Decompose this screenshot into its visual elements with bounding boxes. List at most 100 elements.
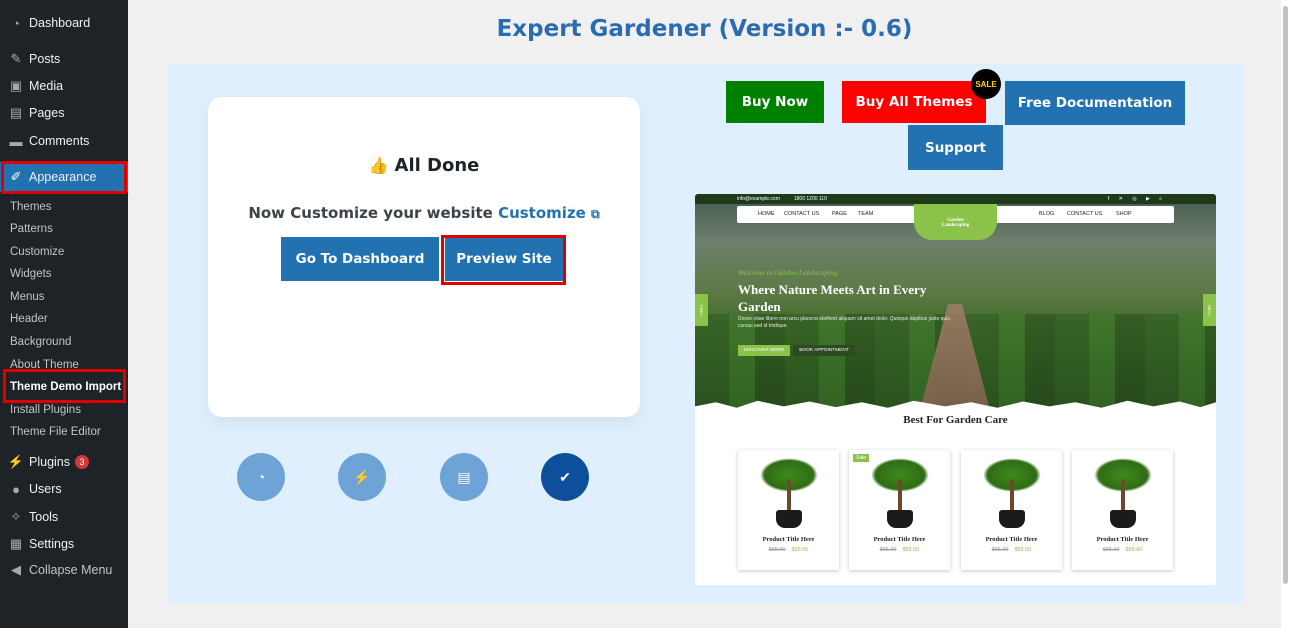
menu-users[interactable]: ● Users	[0, 478, 128, 500]
product-name: Product Title Here	[873, 536, 926, 543]
plant-pot	[776, 510, 802, 528]
menu-users-label: Users	[29, 482, 62, 496]
menu-dashboard-label: Dashboard	[29, 16, 91, 30]
menu-plugins-label: Plugins	[29, 455, 70, 469]
submenu-menus[interactable]: Menus	[10, 291, 45, 303]
submenu-customize[interactable]: Customize	[10, 246, 64, 258]
preview-phone: 1800 1200 110	[793, 196, 827, 202]
comments-icon: ▬	[9, 133, 23, 149]
completion-card: 👍 All Done Now Customize your website Cus…	[208, 97, 640, 417]
product-name: Product Title Here	[762, 536, 815, 543]
submenu-theme-file-editor[interactable]: Theme File Editor	[10, 426, 101, 438]
sale-badge: SALE	[971, 69, 1001, 99]
plant-trunk	[787, 480, 791, 512]
plant-pot	[1110, 510, 1136, 528]
customize-link[interactable]: Customize ⧉	[498, 204, 600, 222]
step-plugin-icon[interactable]: ⚡	[338, 453, 386, 501]
plant-pot	[887, 510, 913, 528]
all-done-heading: 👍 All Done	[208, 155, 640, 176]
collapse-menu-button[interactable]: ◀ Collapse Menu	[0, 559, 128, 581]
free-documentation-button[interactable]: Free Documentation	[1005, 81, 1185, 125]
buy-now-button[interactable]: Buy Now	[726, 81, 824, 123]
preview-nav-page: PAGE	[832, 211, 847, 217]
submenu-widgets[interactable]: Widgets	[10, 268, 52, 280]
product-name: Product Title Here	[1096, 536, 1149, 543]
product-price: $55.00 $55.00	[961, 547, 1062, 553]
menu-comments[interactable]: ▬ Comments	[0, 130, 128, 152]
submenu-header[interactable]: Header	[10, 313, 48, 325]
preview-logo: Garden Landscaping	[914, 204, 997, 240]
plugins-update-badge: 3	[75, 455, 89, 469]
preview-nav-team: TEAM	[858, 211, 874, 217]
theme-preview-image: info@example.com 1800 1200 110 f ✕ ◎ ▶ ⌕…	[695, 194, 1216, 585]
settings-icon: ▦	[9, 536, 23, 551]
product-old-price: $55.00	[768, 547, 786, 553]
media-icon: ▣	[9, 78, 23, 93]
product-card: Product Title Here $55.00 $55.00	[961, 450, 1062, 570]
product-old-price: $55.00	[991, 547, 1009, 553]
social-icons: f ✕ ◎ ▶ ⌕	[1107, 196, 1166, 202]
preview-site-highlight-box	[441, 235, 566, 285]
preview-topbar: info@example.com 1800 1200 110 f ✕ ◎ ▶ ⌕	[695, 194, 1216, 204]
plant-trunk	[1010, 480, 1014, 512]
go-to-dashboard-button[interactable]: Go To Dashboard	[281, 237, 439, 281]
scrollbar-thumb[interactable]	[1283, 6, 1288, 584]
submenu-patterns[interactable]: Patterns	[10, 223, 53, 235]
collapse-menu-label: Collapse Menu	[29, 563, 113, 577]
step-layout-icon[interactable]: ▤	[440, 453, 488, 501]
menu-pages[interactable]: ▤ Pages	[0, 102, 128, 124]
plugin-icon: ⚡	[7, 454, 25, 469]
menu-posts-label: Posts	[29, 52, 61, 66]
menu-plugins[interactable]: ⚡ Plugins 3	[0, 451, 128, 473]
menu-media-label: Media	[29, 79, 64, 93]
hero-welcome-text: Welcome to Garden Landscaping	[738, 268, 838, 277]
product-card: Product Title Here $55.00 $55.00	[738, 450, 839, 570]
menu-tools[interactable]: ✧ Tools	[0, 506, 128, 528]
logo-line2: Landscaping	[941, 223, 970, 228]
support-button[interactable]: Support	[908, 125, 1003, 170]
wrench-icon: ✧	[10, 509, 22, 524]
menu-dashboard[interactable]: ◔ Dashboard	[0, 12, 128, 34]
menu-settings[interactable]: ▦ Settings	[0, 533, 128, 555]
product-price: $55.00 $55.00	[849, 547, 950, 553]
product-new-price: $55.00	[902, 547, 920, 553]
admin-sidebar: ◔ Dashboard ✎ Posts ▣ Media ▤ Pages ▬ Co…	[0, 0, 128, 628]
product-name: Product Title Here	[985, 536, 1038, 543]
step-check-icon[interactable]: ✔	[541, 453, 589, 501]
product-price: $55.00 $55.00	[1072, 547, 1173, 553]
product-new-price: $55.00	[1125, 547, 1143, 553]
preview-nav-contact: CONTACT US	[784, 211, 820, 217]
product-card: Product Title Here $55.00 $55.00	[1072, 450, 1173, 570]
hero-title: Where Nature Meets Art in Every Garden	[738, 282, 927, 314]
menu-tools-label: Tools	[29, 510, 59, 524]
submenu-themes[interactable]: Themes	[10, 201, 52, 213]
step-dashboard-gauge-icon[interactable]: ◔	[237, 453, 285, 501]
buy-all-themes-button[interactable]: Buy All Themes	[842, 81, 986, 123]
demo-import-panel: 👍 All Done Now Customize your website Cus…	[168, 64, 1243, 604]
appearance-highlight-box	[1, 161, 127, 194]
plant-trunk	[1121, 480, 1125, 512]
pages-icon: ▤	[9, 105, 23, 120]
section-title: Best For Garden Care	[903, 414, 1008, 426]
all-done-text: All Done	[394, 155, 480, 176]
product-new-price: $55.00	[1014, 547, 1032, 553]
product-new-price: $55.00	[791, 547, 809, 553]
preview-prev-arrow: PREV	[695, 294, 708, 326]
preview-nav-home: HOME	[758, 211, 775, 217]
submenu-background[interactable]: Background	[10, 336, 71, 348]
customize-link-text: Customize	[498, 204, 586, 222]
customize-prefix: Now Customize your website	[248, 204, 493, 222]
menu-posts[interactable]: ✎ Posts	[0, 48, 128, 70]
page-title: Expert Gardener (Version :- 0.6)	[496, 16, 913, 42]
plant-trunk	[898, 480, 902, 512]
main-content: Expert Gardener (Version :- 0.6) 👍 All Do…	[128, 0, 1281, 628]
product-old-price: $55.00	[879, 547, 897, 553]
menu-media[interactable]: ▣ Media	[0, 75, 128, 97]
users-icon: ●	[12, 481, 20, 497]
menu-comments-label: Comments	[29, 134, 90, 148]
product-old-price: $55.00	[1102, 547, 1120, 553]
thumbs-up-icon: 👍	[368, 156, 389, 175]
submenu-install-plugins[interactable]: Install Plugins	[10, 404, 81, 416]
hero-book-button: BOOK APPOINTMENT	[793, 345, 855, 356]
external-link-icon: ⧉	[591, 207, 600, 221]
